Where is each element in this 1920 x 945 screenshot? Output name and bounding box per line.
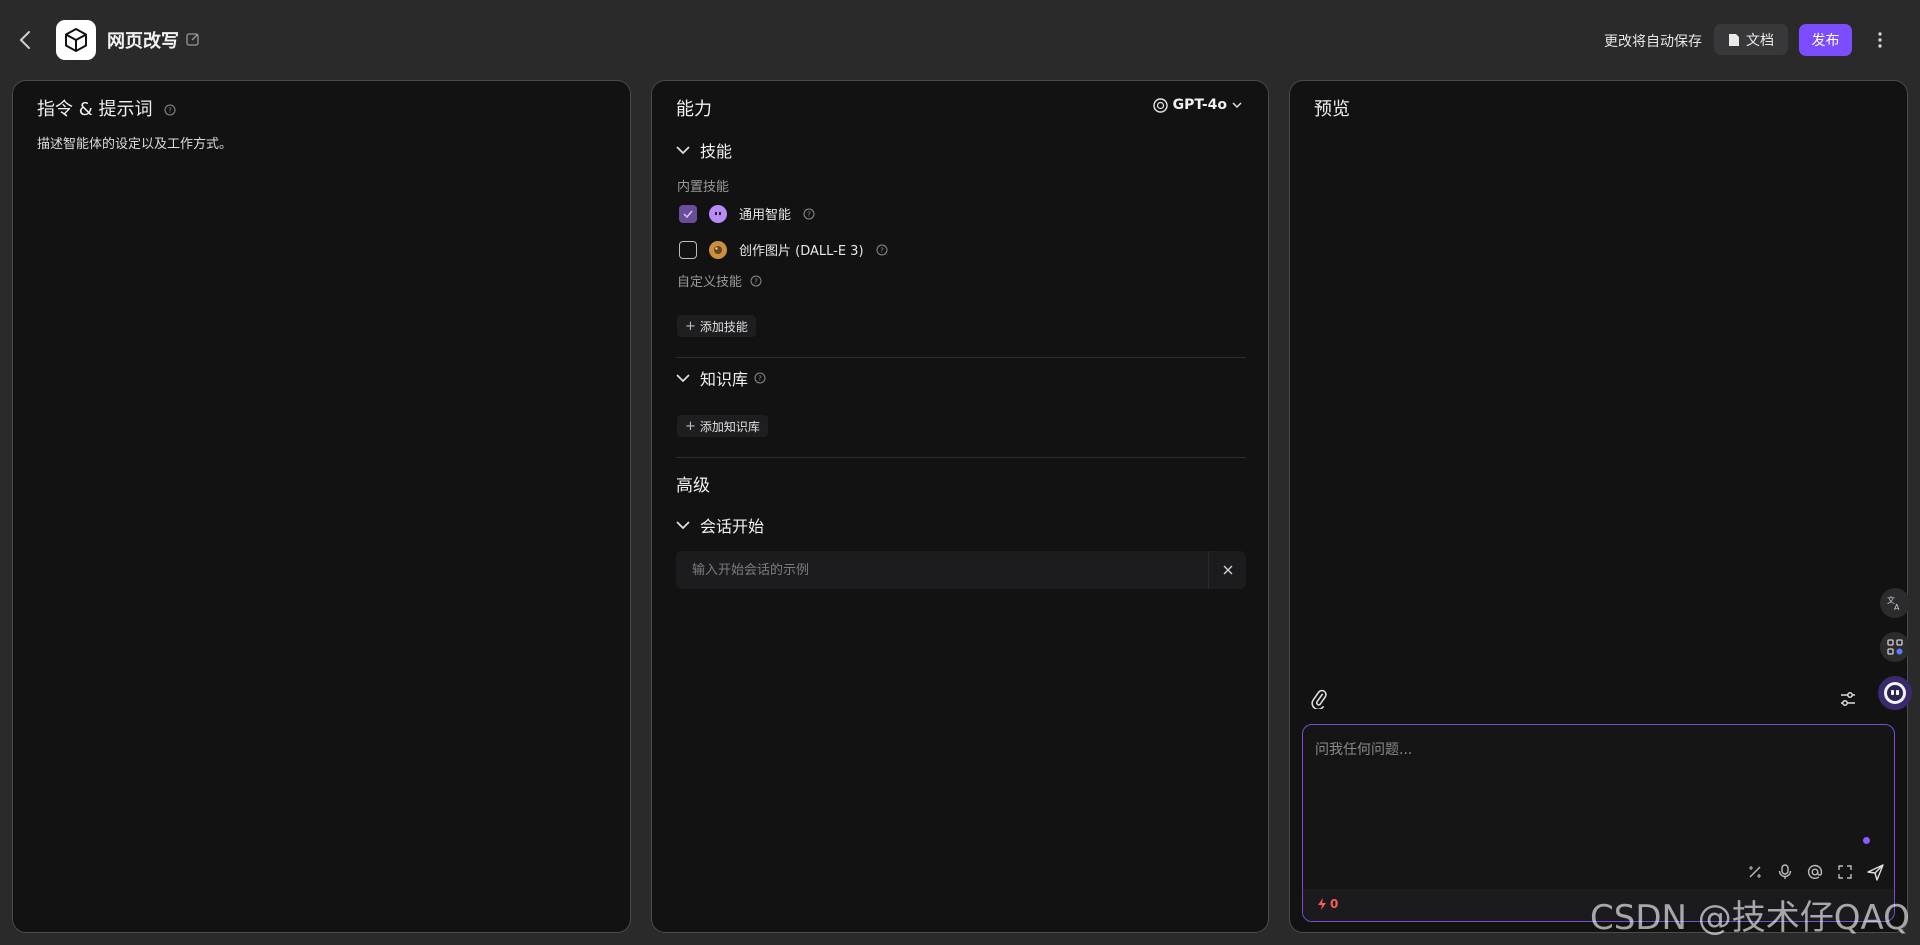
capabilities-title: 能力 <box>676 99 712 120</box>
skill-label: 创作图片 (DALL-E 3) <box>739 244 864 259</box>
svg-text:?: ? <box>168 107 172 115</box>
preview-panel: 预览 0 <box>1289 80 1908 933</box>
help-icon[interactable]: ? <box>803 208 815 220</box>
publish-button[interactable]: 发布 <box>1799 24 1852 56</box>
add-skill-label: 添加技能 <box>699 319 748 334</box>
custom-skills-label-row: 自定义技能 ? <box>677 271 762 290</box>
top-bar: 网页改写 更改将自动保存 文档 发布 <box>0 0 1920 80</box>
app-title: 网页改写 <box>107 31 179 52</box>
autosave-status: 更改将自动保存 <box>1604 34 1702 50</box>
add-knowledge-button[interactable]: + 添加知识库 <box>677 415 768 437</box>
microphone-icon <box>1778 864 1792 879</box>
send-icon <box>1866 863 1884 881</box>
lightning-icon <box>1318 898 1326 910</box>
app-logo <box>56 20 96 60</box>
apps-float-button[interactable] <box>1880 632 1910 662</box>
more-options-button[interactable] <box>1870 28 1890 52</box>
opener-input[interactable] <box>676 551 1208 589</box>
opener-title: 会话开始 <box>700 517 765 536</box>
skills-section-toggle[interactable]: 技能 <box>676 138 732 162</box>
magic-wand-button[interactable] <box>1746 863 1764 881</box>
chevron-down-icon <box>1232 101 1242 108</box>
help-icon[interactable]: ? <box>164 104 176 116</box>
more-vertical-icon <box>1878 32 1882 48</box>
translate-float-button[interactable]: 文A <box>1880 588 1910 618</box>
svg-text:?: ? <box>754 277 758 285</box>
chevron-left-icon <box>19 31 30 49</box>
attach-button[interactable] <box>1309 689 1331 711</box>
section-divider <box>676 457 1246 458</box>
chat-input[interactable] <box>1303 725 1894 865</box>
custom-skills-label: 自定义技能 <box>677 275 743 290</box>
close-icon <box>1223 565 1232 575</box>
microphone-button[interactable] <box>1776 863 1794 881</box>
send-button[interactable] <box>1866 863 1884 881</box>
mention-button[interactable] <box>1806 863 1824 881</box>
section-divider <box>676 357 1246 358</box>
help-icon[interactable]: ? <box>750 275 762 287</box>
assistant-float-button[interactable] <box>1878 676 1912 710</box>
opener-section-toggle[interactable]: 会话开始 <box>676 513 764 537</box>
watermark: CSDN @技术仔QAQ <box>1590 898 1910 938</box>
back-button[interactable] <box>14 27 36 53</box>
plus-icon: + <box>685 418 696 434</box>
add-knowledge-label: 添加知识库 <box>699 419 760 434</box>
instructions-panel: 指令 & 提示词 ? 描述智能体的设定以及工作方式。 <box>12 80 631 933</box>
svg-text:?: ? <box>807 210 811 218</box>
add-skill-button[interactable]: + 添加技能 <box>677 315 756 337</box>
sliders-icon <box>1841 692 1855 706</box>
instructions-title: 指令 & 提示词 <box>37 99 153 120</box>
chevron-down-icon <box>676 520 690 529</box>
model-name: GPT-4o <box>1172 97 1227 113</box>
capabilities-panel: 能力 GPT-4o 技能 内置技能 通用智能 ? 创作图片 (DALL-E 3)… <box>651 80 1269 933</box>
chevron-down-icon <box>676 373 690 382</box>
chat-toolbar <box>1746 863 1884 881</box>
at-icon <box>1807 864 1823 880</box>
instructions-title-row: 指令 & 提示词 ? <box>37 95 176 121</box>
svg-text:A: A <box>1894 603 1900 612</box>
translate-icon: 文A <box>1887 595 1900 612</box>
paperclip-icon <box>1311 689 1327 711</box>
skill-label: 通用智能 <box>739 208 792 223</box>
credits-counter: 0 <box>1317 897 1338 911</box>
docs-label: 文档 <box>1746 32 1774 49</box>
svg-text:?: ? <box>880 246 884 254</box>
edit-icon[interactable] <box>186 31 202 47</box>
document-icon <box>1729 33 1739 46</box>
advanced-title: 高级 <box>676 476 710 496</box>
settings-button[interactable] <box>1838 689 1860 711</box>
plus-icon: + <box>685 318 696 334</box>
openai-icon <box>1152 97 1168 113</box>
status-dot <box>1863 837 1870 844</box>
instructions-description[interactable]: 描述智能体的设定以及工作方式。 <box>37 133 232 152</box>
robot-icon <box>709 204 727 223</box>
skill-checkbox[interactable] <box>679 204 697 223</box>
help-icon[interactable]: ? <box>754 372 766 384</box>
cube-icon <box>65 28 87 52</box>
skill-checkbox[interactable] <box>679 240 697 259</box>
expand-icon <box>1838 865 1852 879</box>
builtin-skills-label: 内置技能 <box>677 180 730 195</box>
check-icon <box>683 210 693 218</box>
help-icon[interactable]: ? <box>876 244 888 256</box>
model-select[interactable]: GPT-4o <box>1152 97 1242 113</box>
svg-text:?: ? <box>758 375 762 383</box>
knowledge-section-toggle[interactable]: 知识库 ? <box>676 366 766 390</box>
palette-icon <box>709 240 727 259</box>
skills-title: 技能 <box>700 142 733 161</box>
clear-button[interactable] <box>1208 551 1246 589</box>
apps-icon <box>1887 639 1903 655</box>
credits-value: 0 <box>1330 897 1339 911</box>
chevron-down-icon <box>676 145 690 154</box>
docs-button[interactable]: 文档 <box>1714 24 1788 55</box>
skill-item-dalle: 创作图片 (DALL-E 3) ? <box>679 240 888 259</box>
magic-wand-icon <box>1749 866 1761 878</box>
robot-icon <box>1884 682 1906 704</box>
opener-input-wrapper <box>676 551 1246 589</box>
skill-item-general: 通用智能 ? <box>679 204 815 223</box>
knowledge-title: 知识库 <box>700 370 749 389</box>
preview-title: 预览 <box>1314 99 1350 120</box>
expand-button[interactable] <box>1836 863 1854 881</box>
